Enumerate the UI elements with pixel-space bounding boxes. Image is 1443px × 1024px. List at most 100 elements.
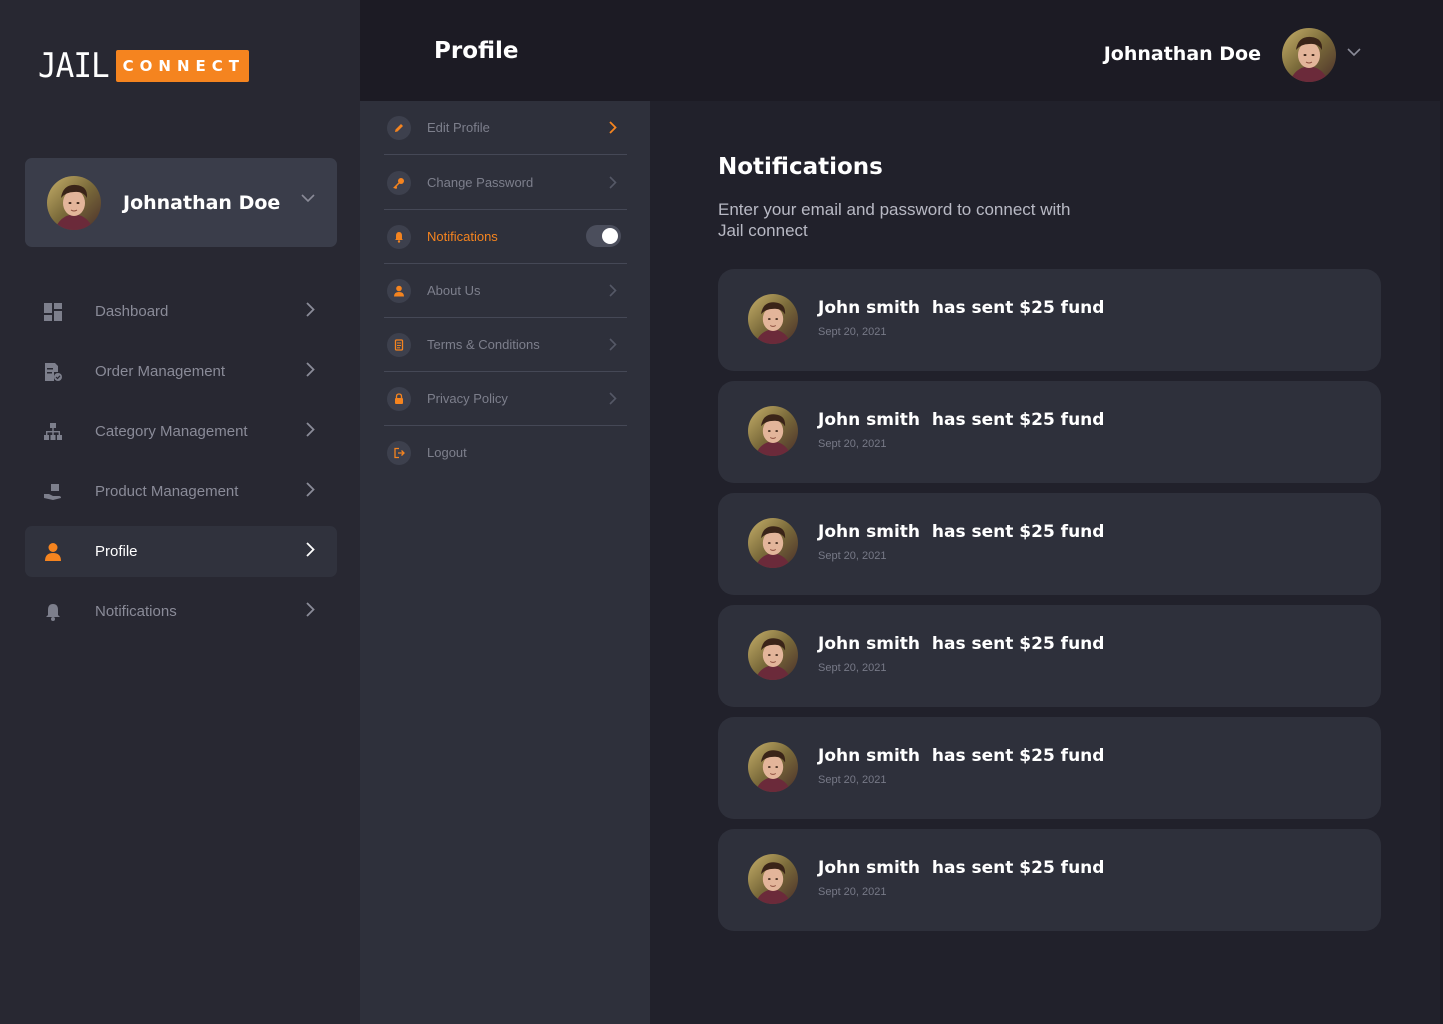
sidebar-item-dashboard[interactable]: Dashboard [25,286,337,337]
menu-item-label: Edit Profile [427,120,490,135]
menu-item-label: Logout [427,445,467,460]
profile-icon [45,543,61,561]
order-icon [45,363,62,381]
avatar [748,854,798,904]
menu-item-label: Notifications [427,229,498,244]
logo-badge: CONNECT [115,50,250,82]
chevron-right-icon [306,482,315,497]
notification-text: John smith has sent $25 fund [818,858,1104,878]
brand-logo[interactable]: JAIL CONNECT [38,46,250,86]
sidebar-item-order-management[interactable]: Order Management [25,346,337,397]
section-title: Notifications [718,154,883,180]
notifications-toggle[interactable] [586,225,621,247]
notification-message: has sent $25 fund [931,634,1105,654]
menu-item-label: Terms & Conditions [427,337,540,352]
notification-text: John smith has sent $25 fund [818,298,1104,318]
header-user-name[interactable]: Johnathan Doe [1104,43,1261,65]
notification-date: Sept 20, 2021 [818,886,887,898]
avatar [748,630,798,680]
sidebar: JAIL CONNECT Johnathan Doe Dashboard Ord… [0,0,360,1024]
sidebar-item-label: Category Management [95,423,248,440]
notification-sender: John smith [818,858,921,878]
chevron-right-icon [609,176,617,189]
bell-icon [387,225,411,249]
header-avatar[interactable] [1282,28,1336,82]
notification-sender: John smith [818,522,921,542]
sidebar-item-label: Dashboard [95,303,169,320]
section-description: Enter your email and password to connect… [718,200,1071,240]
notification-date: Sept 20, 2021 [818,662,887,674]
bell-icon [46,604,60,621]
product-icon [44,484,61,500]
notification-card[interactable]: John smith has sent $25 fund Sept 20, 20… [718,493,1381,595]
sidebar-item-notifications[interactable]: Notifications [25,586,337,637]
user-name: Johnathan Doe [123,191,281,214]
sidebar-item-label: Order Management [95,363,226,380]
menu-item-terms[interactable]: Terms & Conditions [384,318,627,372]
notification-text: John smith has sent $25 fund [818,634,1104,654]
user-card[interactable]: Johnathan Doe [25,158,337,247]
menu-item-label: Change Password [427,175,534,190]
top-header: Profile Johnathan Doe [360,0,1443,101]
notification-card[interactable]: John smith has sent $25 fund Sept 20, 20… [718,269,1381,371]
notification-card[interactable]: John smith has sent $25 fund Sept 20, 20… [718,717,1381,819]
toggle-knob [602,228,618,244]
pencil-icon [387,116,411,140]
avatar [748,518,798,568]
notification-card[interactable]: John smith has sent $25 fund Sept 20, 20… [718,381,1381,483]
avatar [47,176,101,230]
sidebar-item-profile[interactable]: Profile [25,526,337,577]
notification-date: Sept 20, 2021 [818,438,887,450]
chevron-down-icon[interactable] [301,194,315,203]
key-icon [387,171,411,195]
notification-text: John smith has sent $25 fund [818,410,1104,430]
notification-card[interactable]: John smith has sent $25 fund Sept 20, 20… [718,829,1381,931]
menu-item-privacy-policy[interactable]: Privacy Policy [384,372,627,426]
chevron-right-icon [609,338,617,351]
sidebar-nav: Dashboard Order Management Category Mana… [25,286,337,646]
menu-item-label: Privacy Policy [427,391,508,406]
chevron-right-icon [609,284,617,297]
chevron-right-icon [609,392,617,405]
notification-sender: John smith [818,298,921,318]
menu-item-logout[interactable]: Logout [384,426,627,480]
notification-message: has sent $25 fund [931,298,1105,318]
notification-sender: John smith [818,634,921,654]
notification-date: Sept 20, 2021 [818,326,887,338]
sidebar-item-category-management[interactable]: Category Management [25,406,337,457]
lock-icon [387,387,411,411]
notification-text: John smith has sent $25 fund [818,746,1104,766]
notifications-panel: Notifications Enter your email and passw… [650,101,1440,1024]
dashboard-icon [44,303,62,321]
page-title: Profile [434,38,519,64]
sidebar-item-label: Product Management [95,483,239,500]
chevron-right-icon [306,422,315,437]
notification-sender: John smith [818,410,921,430]
chevron-down-icon[interactable] [1347,48,1361,57]
notification-card[interactable]: John smith has sent $25 fund Sept 20, 20… [718,605,1381,707]
menu-item-edit-profile[interactable]: Edit Profile [384,101,627,155]
notification-text: John smith has sent $25 fund [818,522,1104,542]
sidebar-item-label: Notifications [95,603,177,620]
notification-message: has sent $25 fund [931,858,1105,878]
sidebar-item-product-management[interactable]: Product Management [25,466,337,517]
notification-date: Sept 20, 2021 [818,550,887,562]
user-icon [387,279,411,303]
chevron-right-icon [609,121,617,134]
notification-message: has sent $25 fund [931,522,1105,542]
logo-text: JAIL [38,46,110,86]
menu-item-change-password[interactable]: Change Password [384,156,627,210]
menu-item-about-us[interactable]: About Us [384,264,627,318]
menu-item-notifications[interactable]: Notifications [384,210,627,264]
logout-icon [387,441,411,465]
sidebar-item-label: Profile [95,543,138,560]
notification-message: has sent $25 fund [931,410,1105,430]
notification-message: has sent $25 fund [931,746,1105,766]
category-icon [44,423,62,440]
chevron-right-icon [306,542,315,557]
avatar [748,294,798,344]
notification-date: Sept 20, 2021 [818,774,887,786]
avatar [748,742,798,792]
chevron-right-icon [306,302,315,317]
chevron-right-icon [306,362,315,377]
